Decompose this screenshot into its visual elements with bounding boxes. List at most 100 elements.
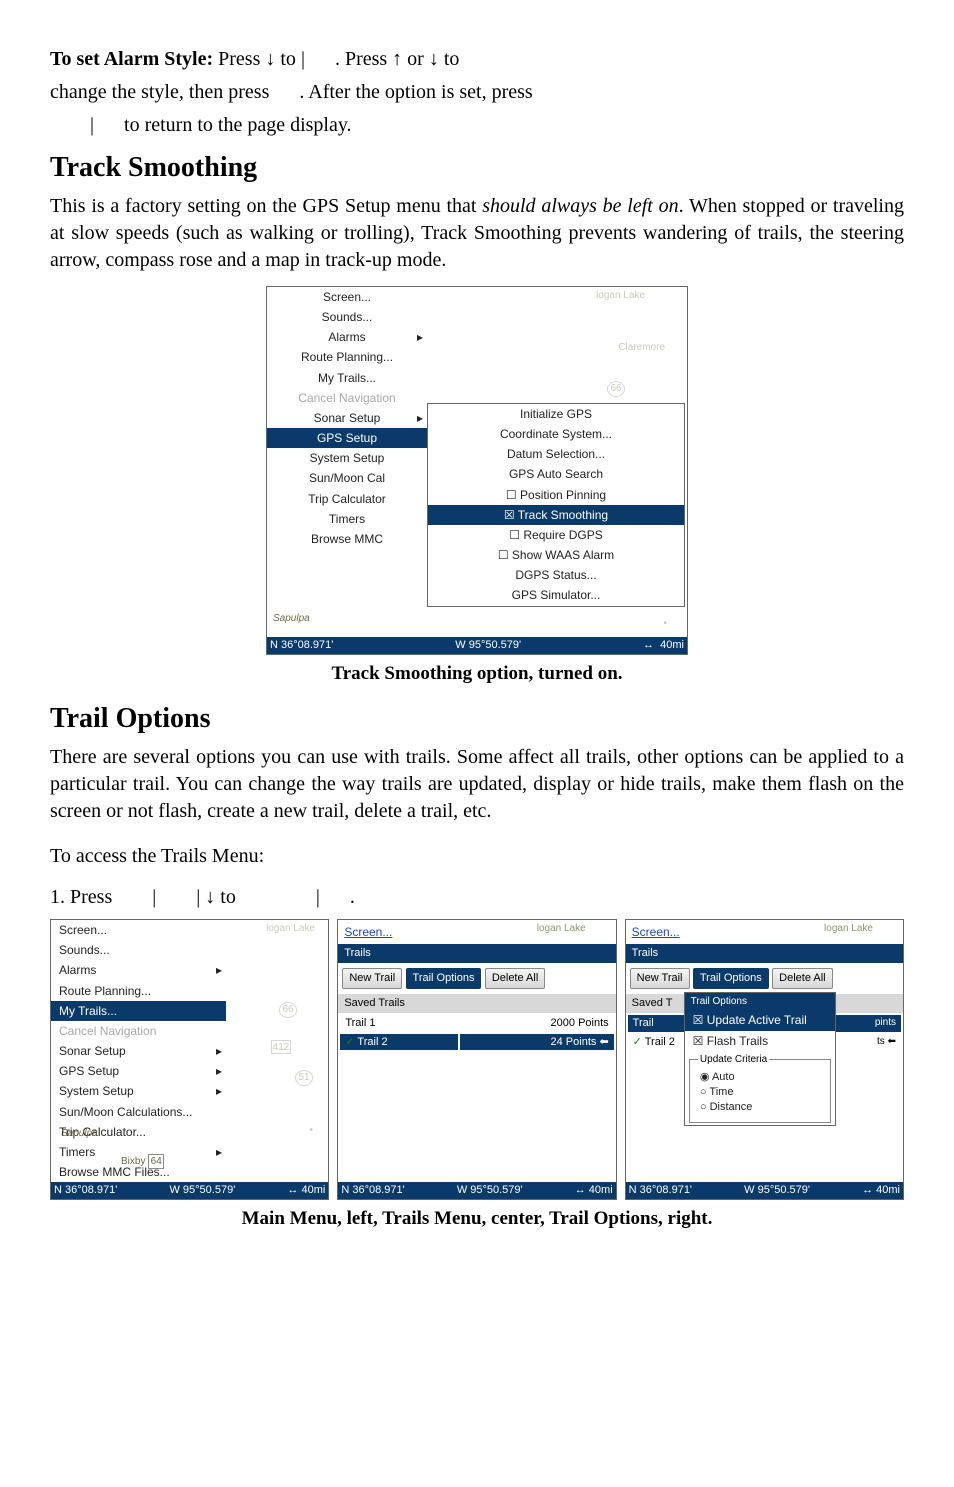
status2-lat: N 36°08.971' bbox=[54, 1183, 117, 1198]
status4-lon: W 95°50.579' bbox=[744, 1183, 810, 1198]
menu-item[interactable]: Alarms bbox=[51, 960, 226, 980]
menu-item[interactable]: Route Planning... bbox=[267, 347, 427, 367]
submenu-item[interactable]: GPS Auto Search bbox=[428, 464, 684, 484]
trails-title: Trails bbox=[338, 944, 615, 963]
menu-item[interactable]: Timers bbox=[267, 509, 427, 529]
step1-a: 1. Press bbox=[50, 886, 117, 908]
status-lon: W 95°50.579' bbox=[455, 638, 521, 653]
trail-options-button[interactable]: Trail Options bbox=[406, 968, 482, 989]
alarm-text-1: Press ↓ to bbox=[218, 48, 301, 70]
submenu-item[interactable]: Datum Selection... bbox=[428, 444, 684, 464]
delete-all-button[interactable]: Delete All bbox=[485, 968, 545, 989]
menu-item[interactable]: System Setup bbox=[267, 448, 427, 468]
screenshot-main-menu: Screen...Sounds...AlarmsRoute Planning..… bbox=[50, 919, 329, 1200]
status4-lat: N 36°08.971' bbox=[629, 1183, 692, 1198]
status3-lat: N 36°08.971' bbox=[341, 1183, 404, 1198]
alarm-text-5: to return to the page display. bbox=[124, 114, 352, 136]
status2-arrow-icon: ↔ bbox=[287, 1184, 298, 1196]
map4-logan: logan Lake bbox=[824, 922, 873, 936]
map2-hwy64: 64 bbox=[148, 1154, 164, 1170]
alarm-text-3: change the style, then press bbox=[50, 81, 274, 103]
map3-logan: logan Lake bbox=[537, 922, 586, 936]
menu-item[interactable]: Sun/Moon Calculations... bbox=[51, 1102, 226, 1122]
track-text-italic: should always be left on bbox=[482, 195, 678, 217]
menu-item[interactable]: Sonar Setup bbox=[267, 408, 427, 428]
opt-update-active-trail[interactable]: Update Active Trail bbox=[685, 1010, 835, 1030]
radio-time[interactable]: Time bbox=[698, 1085, 822, 1100]
trail-row-2-ts: ts bbox=[877, 1036, 885, 1047]
menu-item[interactable]: Sounds... bbox=[267, 307, 427, 327]
screenshot-trails-menu: Screen... logan Lake Trails New Trail Tr… bbox=[337, 919, 616, 1200]
trail-options-popup: Trail Options Update Active Trail Flash … bbox=[684, 992, 836, 1126]
delete-all-button-2[interactable]: Delete All bbox=[772, 968, 832, 989]
status-bar-4: N 36°08.971' W 95°50.579' ↔ 40mi bbox=[626, 1182, 903, 1199]
alarm-text-2: . Press ↑ or ↓ to bbox=[335, 48, 459, 70]
pipe-3: | bbox=[152, 886, 156, 908]
caption-row3: Main Menu, left, Trails Menu, center, Tr… bbox=[50, 1206, 904, 1232]
menu-item[interactable]: My Trails... bbox=[267, 368, 427, 388]
menu-item[interactable]: GPS Setup bbox=[267, 428, 427, 448]
pipe-4: | bbox=[196, 886, 200, 908]
pipe-2: | bbox=[90, 114, 94, 136]
menu-item: Cancel Navigation bbox=[51, 1021, 226, 1041]
submenu-item[interactable]: Track Smoothing bbox=[428, 505, 684, 525]
pipe-5: | bbox=[316, 886, 320, 908]
new-trail-button-2[interactable]: New Trail bbox=[630, 968, 690, 989]
menu-item[interactable]: System Setup bbox=[51, 1081, 226, 1101]
trail-options-button-2[interactable]: Trail Options bbox=[693, 968, 769, 989]
table-row[interactable]: Trail 12000 Points bbox=[340, 1015, 613, 1032]
radio-auto[interactable]: Auto bbox=[698, 1070, 822, 1085]
trails-title-2: Trails bbox=[626, 944, 903, 963]
status-scale: 40mi bbox=[660, 639, 684, 651]
map-label-logan: logan Lake bbox=[596, 289, 645, 303]
saved-trails-label: Saved Trails bbox=[338, 994, 615, 1013]
menu-item[interactable]: Route Planning... bbox=[51, 981, 226, 1001]
status4-scale: 40mi bbox=[876, 1184, 900, 1196]
update-criteria-label: Update Criteria bbox=[698, 1053, 769, 1067]
pipe-1: | bbox=[301, 48, 305, 70]
menu-item[interactable]: Sonar Setup bbox=[51, 1041, 226, 1061]
menu-item[interactable]: Browse MMC bbox=[267, 529, 427, 549]
new-trail-button[interactable]: New Trail bbox=[342, 968, 402, 989]
status3-arrow-icon: ↔ bbox=[575, 1184, 586, 1196]
menu-item[interactable]: Trip Calculator bbox=[267, 489, 427, 509]
submenu-item[interactable]: Initialize GPS bbox=[428, 404, 684, 424]
status3-scale: 40mi bbox=[589, 1184, 613, 1196]
map2-bixby: Bixby bbox=[121, 1156, 145, 1167]
caption-track-smoothing: Track Smoothing option, turned on. bbox=[50, 661, 904, 687]
status2-scale: 40mi bbox=[301, 1184, 325, 1196]
submenu-item[interactable]: GPS Simulator... bbox=[428, 585, 684, 605]
map2-logan: logan Lake bbox=[266, 922, 315, 936]
submenu-item[interactable]: Require DGPS bbox=[428, 525, 684, 545]
menu-item[interactable]: Screen... bbox=[267, 287, 427, 307]
screenshot-track-smoothing: Screen...Sounds...AlarmsRoute Planning..… bbox=[266, 286, 688, 655]
status3-lon: W 95°50.579' bbox=[457, 1183, 523, 1198]
status-arrow-icon: ↔ bbox=[643, 639, 654, 651]
status-bar-3: N 36°08.971' W 95°50.579' ↔ 40mi bbox=[338, 1182, 615, 1199]
menu-item[interactable]: GPS Setup bbox=[51, 1061, 226, 1081]
menu-item[interactable]: My Trails... bbox=[51, 1001, 226, 1021]
map2-hwy51: 51 bbox=[295, 1070, 313, 1086]
menu-item[interactable]: Sun/Moon Cal bbox=[267, 468, 427, 488]
highway-shield-66: 66 bbox=[607, 381, 625, 397]
radio-distance[interactable]: Distance bbox=[698, 1100, 822, 1115]
map-label-claremore: Claremore bbox=[618, 341, 665, 355]
alarm-style-label: To set Alarm Style: bbox=[50, 48, 213, 70]
menu-item[interactable]: Sounds... bbox=[51, 940, 226, 960]
opt-flash-trails[interactable]: Flash Trails bbox=[685, 1031, 835, 1051]
map2-hwy412: 412 bbox=[271, 1040, 291, 1054]
step1-b: ↓ to bbox=[205, 886, 241, 908]
menu-item[interactable]: Alarms bbox=[267, 327, 427, 347]
submenu-item[interactable]: Position Pinning bbox=[428, 485, 684, 505]
bolt-icon: ⬅ bbox=[888, 1036, 896, 1047]
submenu-item[interactable]: Coordinate System... bbox=[428, 424, 684, 444]
table-row[interactable]: Trail 224 Points ⬅ bbox=[340, 1034, 613, 1051]
submenu-item[interactable]: DGPS Status... bbox=[428, 565, 684, 585]
track-text-1: This is a factory setting on the GPS Set… bbox=[50, 195, 482, 217]
heading-trail-options: Trail Options bbox=[50, 700, 904, 738]
menu-item[interactable]: Screen... bbox=[51, 920, 226, 940]
status2-lon: W 95°50.579' bbox=[169, 1183, 235, 1198]
trail-row-2[interactable]: Trail 2 bbox=[633, 1036, 675, 1048]
status-lat: N 36°08.971' bbox=[270, 638, 333, 653]
submenu-item[interactable]: Show WAAS Alarm bbox=[428, 545, 684, 565]
